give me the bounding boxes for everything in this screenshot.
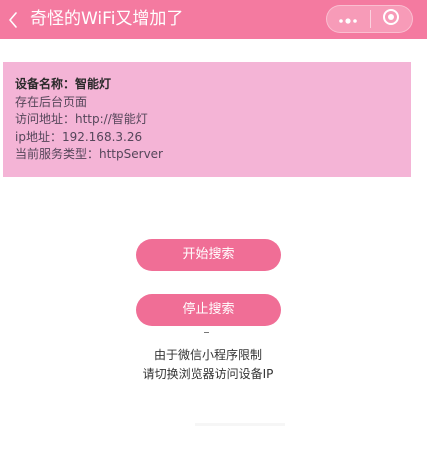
device-name: 设备名称：智能灯	[15, 77, 112, 91]
device-service-type: 当前服务类型：httpServer	[15, 147, 163, 161]
target-circle-icon	[382, 8, 400, 30]
stop-search-button[interactable]: 停止搜索	[136, 294, 281, 326]
chevron-left-icon	[8, 11, 18, 28]
restriction-note: 由于微信小程序限制	[153, 348, 262, 362]
start-search-button[interactable]: 开始搜索	[136, 239, 281, 271]
device-storage-status: 存在后台页面	[15, 94, 88, 109]
device-access-url: 访问地址：http://智能灯	[15, 112, 148, 126]
page-title: 奇怪的WiFi又增加了	[30, 9, 184, 29]
switch-browser-note: 请切换浏览器访问设备IP	[142, 367, 274, 381]
device-info-panel: 设备名称：智能灯 存在后台页面 访问地址：http://智能灯 ip地址：192…	[3, 62, 411, 177]
page: 奇怪的WiFi又增加了 设备名称：智能灯 存在后台页面 访问地址：http://…	[0, 0, 427, 451]
mini-program-capsule	[326, 5, 413, 33]
faint-divider	[195, 423, 285, 426]
more-menu-button[interactable]	[327, 6, 370, 32]
device-ip-address: ip地址：192.168.3.26	[15, 129, 143, 144]
separator-dash	[204, 332, 209, 333]
close-mini-program-button[interactable]	[370, 6, 412, 32]
more-dots-icon	[338, 10, 358, 29]
back-button[interactable]	[0, 0, 26, 39]
navigation-bar: 奇怪的WiFi又增加了	[0, 0, 427, 39]
